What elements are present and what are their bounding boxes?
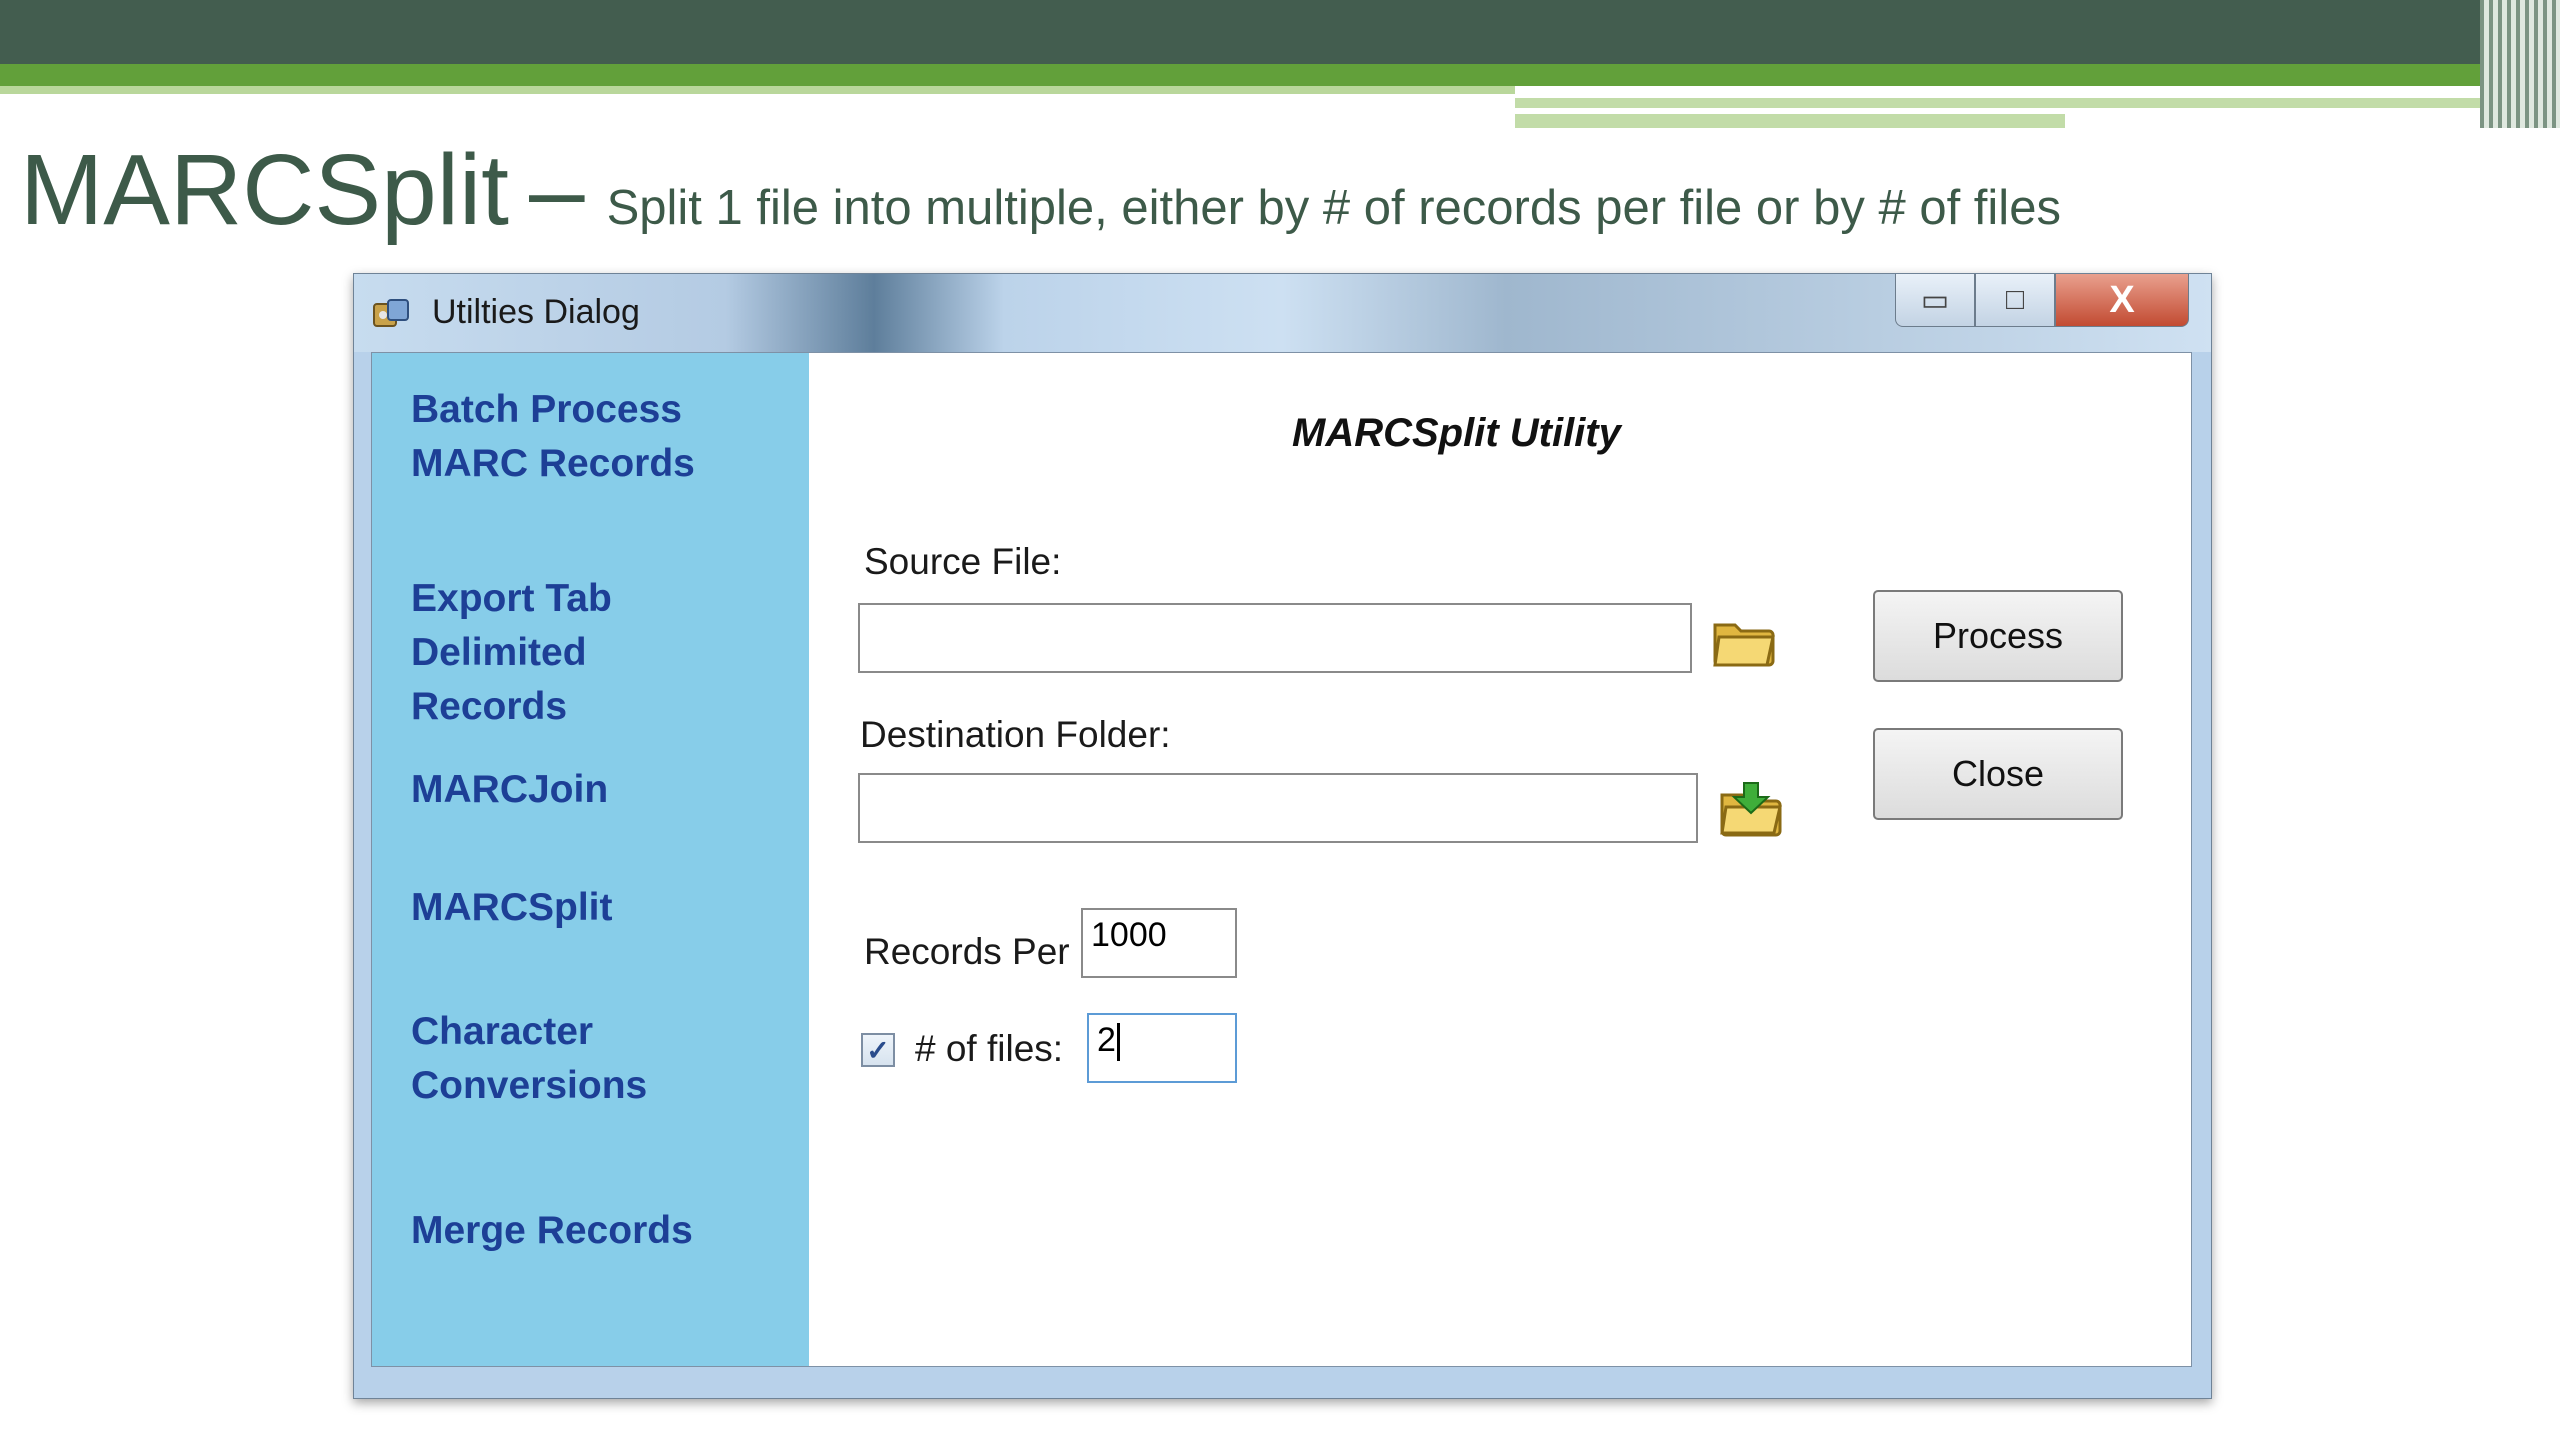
slide-title-dash: –	[528, 134, 585, 246]
records-per-file-input[interactable]: 1000	[1081, 908, 1237, 978]
sidebar-item-marcsplit[interactable]: MARCSplit	[411, 881, 612, 935]
maximize-button[interactable]: □	[1975, 274, 2055, 327]
sidebar-item-marcjoin[interactable]: MARCJoin	[411, 763, 608, 817]
sidebar-item-label: Character	[411, 1010, 594, 1053]
slide-accent-line	[1515, 98, 2545, 108]
source-file-input[interactable]	[858, 603, 1692, 673]
sidebar-item-label: Batch Process	[411, 388, 682, 431]
sidebar-item-merge-records[interactable]: Merge Records	[411, 1204, 693, 1258]
window-controls: ▭ □ X	[1895, 274, 2189, 330]
sidebar-item-label: MARCSplit	[411, 886, 613, 929]
slide-accent-line	[0, 86, 1515, 94]
close-window-button[interactable]: X	[2055, 274, 2189, 327]
number-of-files-input[interactable]: 2	[1087, 1013, 1237, 1083]
close-button[interactable]: Close	[1873, 728, 2123, 820]
app-icon	[373, 299, 409, 327]
slide-title-subtitle: Split 1 file into multiple, either by # …	[606, 181, 2061, 235]
utilities-dialog-window: Utilties Dialog ▭ □ X Batch Process MARC…	[353, 273, 2212, 1399]
slide-stripe-decoration	[2480, 0, 2560, 128]
slide-green-band	[0, 64, 2560, 86]
sidebar: Batch Process MARC Records Export Tab De…	[372, 353, 809, 1366]
slide-accent-line	[1515, 114, 2065, 128]
sidebar-item-export-tab-delimited[interactable]: Export Tab Delimited Records	[411, 572, 612, 734]
window-title: Utilties Dialog	[432, 293, 640, 331]
dialog-client-area: Batch Process MARC Records Export Tab De…	[371, 352, 2192, 1367]
slide-title-main: MARCSplit	[20, 134, 509, 246]
sidebar-item-character-conversions[interactable]: Character Conversions	[411, 1005, 647, 1113]
source-file-label: Source File:	[864, 541, 1062, 582]
files-checkbox[interactable]: ✓	[861, 1033, 895, 1067]
sidebar-item-label: Merge Records	[411, 1209, 693, 1252]
number-of-files-value: 2	[1097, 1021, 1116, 1059]
destination-folder-icon[interactable]	[1716, 779, 1788, 841]
sidebar-item-label: MARCJoin	[411, 768, 609, 811]
sidebar-item-label: Records	[411, 685, 568, 728]
sidebar-item-label: Conversions	[411, 1064, 648, 1107]
open-folder-icon[interactable]	[1709, 611, 1781, 673]
sidebar-item-label: MARC Records	[411, 442, 695, 485]
sidebar-item-batch-process[interactable]: Batch Process MARC Records	[411, 383, 695, 491]
utility-title: MARCSplit Utility	[1292, 411, 1621, 455]
minimize-button[interactable]: ▭	[1895, 274, 1975, 327]
destination-folder-input[interactable]	[858, 773, 1698, 843]
text-caret	[1116, 1023, 1120, 1062]
sidebar-item-label: Delimited	[411, 631, 587, 674]
number-of-files-label: # of files:	[915, 1028, 1064, 1069]
process-button[interactable]: Process	[1873, 590, 2123, 682]
slide-title: MARCSplit – Split 1 file into multiple, ei…	[20, 130, 2061, 250]
marcsplit-panel: MARCSplit Utility Source File: Destinati…	[809, 353, 2191, 1366]
slide-top-band	[0, 0, 2560, 64]
sidebar-item-label: Export Tab	[411, 577, 612, 620]
window-titlebar[interactable]: Utilties Dialog ▭ □ X	[354, 274, 2211, 352]
destination-folder-label: Destination Folder:	[860, 714, 1171, 755]
